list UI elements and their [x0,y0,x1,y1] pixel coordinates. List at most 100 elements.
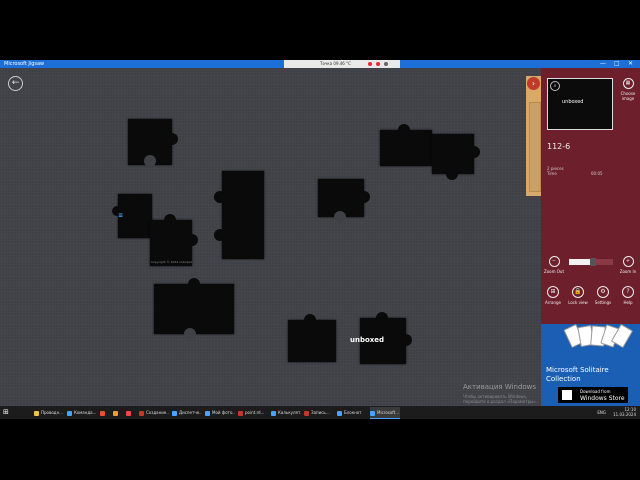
taskbar-item[interactable]: Создание... [139,407,169,418]
zoom-in-button[interactable]: + Zoom In [617,256,639,274]
maximize-button[interactable]: □ [614,60,620,68]
puzzle-piece[interactable] [380,124,432,166]
minimize-button[interactable]: — [600,60,606,68]
taskbar-item[interactable]: Блокнот [337,407,367,418]
taskbar-item[interactable]: Команда... [67,407,97,418]
taskbar-item-label: Мой фото... [212,410,235,415]
puzzle-preview[interactable]: ⌕ unboxed [547,78,613,130]
expand-arrow-icon[interactable]: › [527,77,540,90]
activation-watermark-title: Активация Windows [463,383,537,391]
gear-icon: ⚙ [597,286,609,298]
arrange-icon: ⊞ [547,286,559,298]
taskbar-item-label: Диспетче... [179,410,202,415]
zoom-out-button[interactable]: − Zoom Out [543,256,565,274]
magnify-icon[interactable]: ⌕ [550,81,560,91]
zoom-in-icon: + [622,256,634,267]
puzzle-number: 112-6 [547,142,571,151]
taskbar-item[interactable]: Диспетче... [172,407,202,418]
image-icon: ▦ [622,78,634,89]
capture-toolbar[interactable]: Точка 09.46 °C [284,60,400,68]
zoom-slider[interactable] [569,258,613,266]
piece-tray-tab[interactable]: › [526,76,541,196]
puzzle-piece[interactable] [214,171,264,259]
lock-icon: 🔒 [572,286,584,298]
arrange-button[interactable]: ⊞ Arrange [541,286,565,305]
app-icon [34,410,39,416]
taskbar-item-label: Запись... [311,410,330,415]
taskbar-item-label: Команда... [74,410,97,415]
store-badge[interactable]: Download from Windows Store [558,387,628,403]
language-indicator[interactable]: ENG [597,410,606,415]
taskbar-item-label: Microsoft... [377,410,400,415]
puzzle-piece[interactable]: ≡ [112,194,152,238]
ad-title: Microsoft Solitaire Collection [546,366,609,383]
app-icon [238,410,243,416]
taskbar-item[interactable] [100,407,110,418]
piece-tray [529,102,541,192]
windows-logo-icon [562,390,572,400]
puzzle-board[interactable]: ← ≡ Copyright © 2024 unboxed unboxed Акт… [0,68,541,406]
taskbar-item-label: Создание... [146,410,169,415]
zoom-out-icon: − [548,256,560,267]
taskbar-item[interactable] [126,407,136,418]
zoom-slider-knob[interactable] [590,258,597,266]
choose-image-button[interactable]: ▦ Choose image [617,78,639,101]
puzzle-stats: 2 pieces Time 00:05 [547,166,603,176]
taskbar-item[interactable]: Калькулят... [271,407,301,418]
app-icon [113,410,118,416]
lock-view-button[interactable]: 🔒 Lock view [566,286,590,305]
app-window: Microsoft Jigsaw Точка 09.46 °C — □ ✕ ← … [0,60,640,406]
camera-icon[interactable] [384,62,388,66]
taskbar-item[interactable]: Проводн... [34,407,64,418]
system-tray[interactable]: ENG 12:10 11.03.2024 [597,407,636,418]
taskbar-item-label: Проводн... [41,410,63,415]
taskbar-item-label: point.rd... [245,410,265,415]
help-button[interactable]: ? Help [616,286,640,305]
taskbar-item[interactable]: Запись... [304,407,334,418]
piece-logo-text: unboxed [350,336,385,344]
puzzle-piece[interactable] [288,314,336,362]
puzzle-piece[interactable] [154,278,234,340]
app-icon [100,410,105,416]
app-icon [304,410,309,416]
app-icon [205,410,210,416]
app-icon [126,410,131,416]
toolbar-text: Точка 09.46 °C [320,61,351,66]
solitaire-ad[interactable]: Microsoft Solitaire Collection Download … [541,324,640,406]
app-icon [139,410,144,416]
title-bar: Microsoft Jigsaw Точка 09.46 °C — □ ✕ [0,60,640,68]
taskbar-item-label: Калькулят... [278,410,301,415]
taskbar-item[interactable]: Мой фото... [205,407,235,418]
record-icon[interactable] [368,62,372,66]
help-icon: ? [622,286,634,298]
taskbar-item[interactable]: Microsoft... [370,407,400,419]
panel-buttons: ⊞ Arrange 🔒 Lock view ⚙ Settings ? Help [541,286,640,310]
taskbar-item[interactable]: point.rd... [238,407,268,418]
puzzle-piece[interactable] [128,119,178,167]
activation-watermark-text: Чтобы активировать Windows, перейдите в … [463,394,538,404]
taskbar-item-label: Блокнот [344,410,362,415]
puzzle-piece[interactable] [318,179,370,223]
clock-date: 11.03.2024 [613,412,636,417]
taskbar-item[interactable] [113,407,123,418]
puzzle-piece[interactable]: Copyright © 2024 unboxed [150,214,198,266]
stop-icon[interactable] [376,62,380,66]
window-title: Microsoft Jigsaw [4,61,45,67]
settings-button[interactable]: ⚙ Settings [591,286,615,305]
piece-caption: Copyright © 2024 unboxed [151,260,193,264]
zoom-controls: − Zoom Out + Zoom In [543,256,639,280]
taskbar: ⊞ Проводн... Команда... Создание... Диспетч… [0,406,640,419]
app-icon [337,410,342,416]
app-icon [370,410,375,416]
puzzle-piece[interactable]: unboxed [350,312,412,364]
windows-start-icon[interactable]: ⊞ [3,408,11,416]
app-icon [271,410,276,416]
app-icon [67,410,72,416]
close-button[interactable]: ✕ [628,60,633,68]
puzzle-piece[interactable] [432,134,480,180]
side-panel: ⌕ unboxed ▦ Choose image 112-6 2 pieces … [541,68,640,406]
back-arrow-icon[interactable]: ← [8,76,23,91]
piece-logo-fragment: ≡ [118,212,124,219]
preview-logo: unboxed [562,99,584,105]
cards-illustration [547,324,637,360]
